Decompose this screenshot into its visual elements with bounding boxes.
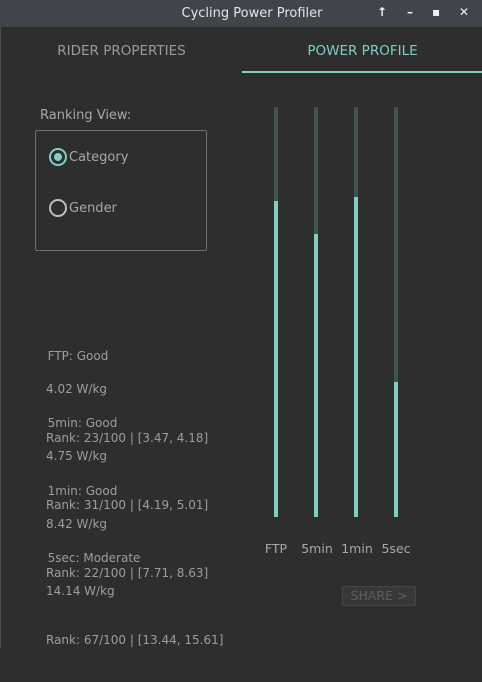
- minimize-icon[interactable]: –: [407, 5, 413, 19]
- bar-track-1min: [354, 107, 358, 517]
- bar-fill-5sec: [394, 381, 398, 517]
- radio-gender[interactable]: Gender: [49, 199, 117, 217]
- stat-heading: 5sec: Moderate: [47, 550, 141, 565]
- maximize-icon[interactable]: ▪: [432, 5, 440, 19]
- share-button[interactable]: SHARE >: [342, 586, 416, 606]
- tab-rider-properties[interactable]: RIDER PROPERTIES: [1, 43, 242, 59]
- radio-gender-label: Gender: [69, 200, 117, 216]
- main-panel: RIDER PROPERTIES POWER PROFILE Ranking V…: [0, 27, 482, 648]
- close-icon[interactable]: ✕: [459, 5, 469, 19]
- bar-label-ftp: FTP: [264, 541, 288, 556]
- bar-label-5min: 5min: [301, 541, 333, 556]
- bar-track-5sec: [394, 107, 398, 517]
- bar-label-5sec: 5sec: [381, 541, 411, 556]
- stat-heading: FTP: Good: [47, 348, 109, 363]
- tab-power-profile[interactable]: POWER PROFILE: [242, 43, 482, 59]
- stat-value: 8.42 W/kg: [46, 516, 108, 531]
- stat-value: 4.02 W/kg: [46, 381, 108, 396]
- bar-fill-1min: [354, 197, 358, 517]
- bar-track-ftp: [274, 107, 278, 517]
- title-bar: Cycling Power Profiler ↑ – ▪ ✕: [0, 0, 482, 27]
- bar-label-1min: 1min: [341, 541, 373, 556]
- stat-rank: Rank: 67/100 | [13.44, 15.61]: [46, 633, 224, 647]
- stat-heading: 1min: Good: [47, 483, 118, 498]
- radio-checked-icon: [49, 148, 67, 166]
- active-tab-indicator: [242, 71, 482, 73]
- radio-category-label: Category: [69, 149, 129, 165]
- radio-unchecked-icon: [49, 199, 67, 217]
- bar-fill-5min: [314, 234, 318, 517]
- stat-heading: 5min: Good: [47, 415, 118, 430]
- ranking-view-label: Ranking View:: [40, 108, 132, 123]
- stat-5sec: 5sec: Moderate 14.14 W/kg Rank: 67/100 |…: [40, 533, 223, 682]
- ranking-view-group: Category Gender: [35, 130, 207, 251]
- bar-fill-ftp: [274, 201, 278, 517]
- stat-value: 4.75 W/kg: [46, 448, 108, 463]
- radio-category[interactable]: Category: [49, 148, 128, 166]
- stat-value: 14.14 W/kg: [46, 583, 115, 598]
- keep-above-icon[interactable]: ↑: [377, 5, 387, 19]
- bar-track-5min: [314, 107, 318, 517]
